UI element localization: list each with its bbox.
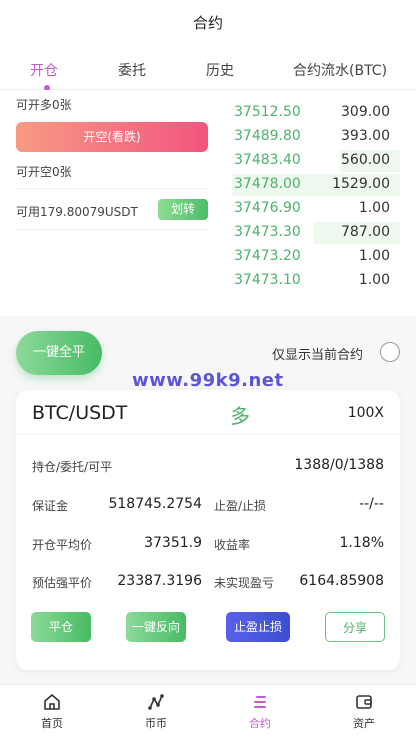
- position-leverage: 100X: [347, 405, 384, 421]
- orderbook-price: 37489.80: [234, 128, 301, 144]
- orderbook-price: 37473.10: [234, 272, 301, 288]
- margin-value: 518745.2754: [108, 496, 202, 512]
- hold-value: 1388/0/1388: [294, 457, 384, 473]
- orderbook-price: 37483.40: [234, 152, 301, 168]
- orderbook-price: 37476.90: [234, 200, 301, 216]
- nav-label: 首页: [41, 717, 63, 730]
- reverse-position-button[interactable]: 一键反向: [126, 612, 186, 642]
- orderbook-row[interactable]: 37473.10 1.00: [232, 270, 400, 292]
- coin-icon: [148, 694, 164, 710]
- liq-price-value: 23387.3196: [117, 573, 202, 589]
- divider: [16, 434, 400, 435]
- orderbook-row[interactable]: 37478.00 1529.00: [232, 174, 400, 196]
- orderbook-price: 37478.00: [234, 176, 301, 192]
- orderbook-row[interactable]: 37473.30 787.00: [232, 222, 400, 244]
- nav-home[interactable]: 首页: [0, 685, 104, 737]
- orderbook-price: 37512.50: [234, 104, 301, 120]
- tab-history[interactable]: 历史: [206, 60, 234, 80]
- orderbook-qty: 1.00: [358, 248, 390, 264]
- available-balance: 可用179.80079USDT: [16, 205, 138, 219]
- orderbook-price: 37473.20: [234, 248, 301, 264]
- wallet-icon: [356, 695, 372, 709]
- tpsl-label: 止盈/止损: [214, 499, 267, 513]
- orderbook-row[interactable]: 37476.90 1.00: [232, 198, 400, 220]
- open-short-button[interactable]: 开空(看跌): [16, 122, 208, 152]
- tab-open-position[interactable]: 开仓: [30, 60, 58, 80]
- orderbook-row[interactable]: 37512.50 309.00: [232, 102, 400, 124]
- pnl-label: 未实现盈亏: [214, 576, 275, 590]
- yield-label: 收益率: [214, 538, 251, 552]
- bottom-nav: 首页 币币 合约 资产: [0, 684, 416, 737]
- nav-contract[interactable]: 合约: [208, 685, 312, 737]
- hold-label: 持仓/委托/可平: [32, 460, 113, 474]
- orderbook-qty: 560.00: [341, 152, 390, 168]
- transfer-button[interactable]: 划转: [158, 199, 208, 220]
- tab-bar: 开仓 委托 历史 合约流水(BTC): [0, 46, 416, 90]
- avg-price-label: 开仓平均价: [32, 538, 93, 552]
- watermark: www.99k9.net: [132, 370, 284, 391]
- nav-label: 合约: [249, 717, 271, 730]
- position-pair: BTC/USDT: [32, 402, 128, 424]
- yield-value: 1.18%: [339, 535, 384, 551]
- page-title: 合约: [0, 0, 416, 46]
- liq-price-label: 预估强平价: [32, 576, 93, 590]
- orderbook-qty: 1529.00: [332, 176, 390, 192]
- nav-label: 资产: [353, 717, 375, 730]
- nav-label: 币币: [145, 717, 167, 730]
- position-direction: 多: [230, 404, 250, 428]
- divider: [16, 188, 208, 189]
- orderbook-qty: 309.00: [341, 104, 390, 120]
- close-position-button[interactable]: 平仓: [31, 612, 91, 642]
- orderbook-row[interactable]: 37483.40 560.00: [232, 150, 400, 172]
- contract-icon: [254, 696, 266, 708]
- home-icon: [44, 694, 60, 710]
- orderbook-qty: 787.00: [341, 224, 390, 240]
- orderbook-price: 37473.30: [234, 224, 301, 240]
- position-card: BTC/USDT 多 100X 持仓/委托/可平 1388/0/1388 保证金…: [16, 390, 400, 670]
- divider: [16, 229, 208, 230]
- can-open-short-text: 可开空0张: [16, 165, 72, 179]
- orderbook-qty: 1.00: [358, 200, 390, 216]
- pnl-value: 6164.85908: [299, 573, 384, 589]
- orderbook-qty: 393.00: [341, 128, 390, 144]
- only-current-label: 仅显示当前合约: [272, 348, 364, 363]
- nav-assets[interactable]: 资产: [312, 685, 416, 737]
- avg-price-value: 37351.9: [144, 535, 202, 551]
- tab-contract-ledger[interactable]: 合约流水(BTC): [293, 60, 387, 80]
- nav-spot[interactable]: 币币: [104, 685, 208, 737]
- orderbook-row[interactable]: 37489.80 393.00: [232, 126, 400, 148]
- tab-orders[interactable]: 委托: [118, 60, 146, 80]
- close-all-button[interactable]: 一键全平: [16, 331, 102, 375]
- share-button[interactable]: 分享: [325, 612, 385, 642]
- tpsl-button[interactable]: 止盈止损: [226, 612, 290, 642]
- tpsl-value: --/--: [359, 496, 384, 512]
- margin-label: 保证金: [32, 499, 69, 513]
- orderbook-row[interactable]: 37473.20 1.00: [232, 246, 400, 268]
- orderbook-qty: 1.00: [358, 272, 390, 288]
- can-open-long-text: 可开多0张: [16, 98, 72, 112]
- only-current-radio[interactable]: [380, 342, 400, 362]
